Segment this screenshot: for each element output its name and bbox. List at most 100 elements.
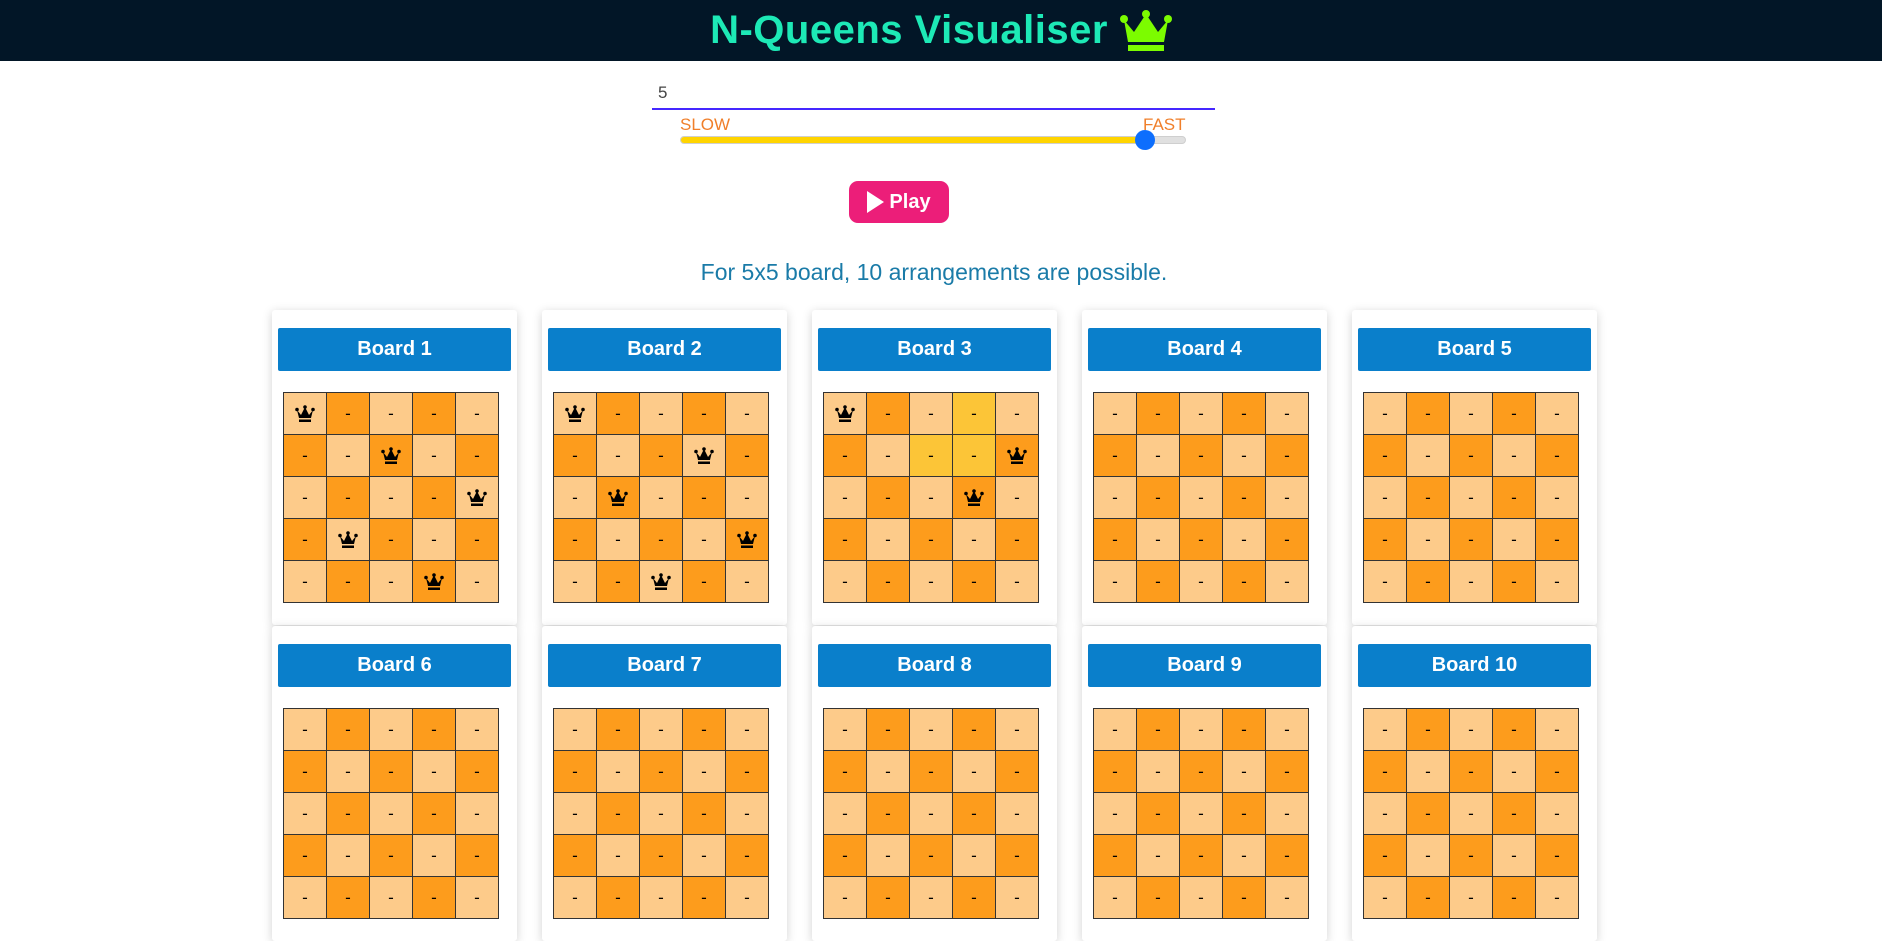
board-cell: -: [455, 434, 499, 477]
board-cell: -: [596, 560, 640, 603]
board-cell: -: [725, 708, 769, 751]
board-cell: -: [326, 560, 370, 603]
speed-slider-thumb[interactable]: [1134, 130, 1155, 150]
board-cell: -: [866, 476, 910, 519]
board-cell: -: [1363, 476, 1407, 519]
board-cell: -: [1179, 708, 1223, 751]
chess-board: ----------------------: [823, 392, 1039, 603]
board-cell: -: [283, 876, 327, 919]
board-cell: -: [682, 708, 726, 751]
board-cell: -: [1449, 834, 1493, 877]
board-cell: -: [682, 750, 726, 793]
board-cell: -: [1222, 876, 1266, 919]
board-cell: -: [1265, 876, 1309, 919]
board-cell: -: [823, 792, 867, 835]
board-cell: -: [455, 834, 499, 877]
queen-cell: [553, 392, 597, 435]
board-cell: -: [553, 834, 597, 877]
board-cell: -: [1179, 434, 1223, 477]
board-cell: -: [866, 834, 910, 877]
board-cell: -: [1093, 560, 1137, 603]
board-cell: -: [1406, 708, 1450, 751]
board-cell: -: [1136, 434, 1180, 477]
board-cell: -: [952, 708, 996, 751]
board-cell: -: [1492, 560, 1536, 603]
queen-icon: [608, 489, 628, 507]
board-cell: -: [1179, 834, 1223, 877]
board-cell: -: [866, 792, 910, 835]
board-cell: -: [1179, 876, 1223, 919]
board-card: Board 6-------------------------: [272, 626, 517, 941]
queen-icon: [424, 573, 444, 591]
board-cell: -: [1363, 518, 1407, 561]
play-button[interactable]: Play: [849, 181, 949, 223]
board-cell: -: [1406, 392, 1450, 435]
board-cell: -: [823, 750, 867, 793]
board-cell: -: [952, 434, 996, 477]
chess-board: -------------------------: [1363, 708, 1579, 919]
board-cell: -: [283, 792, 327, 835]
board-cell: -: [1222, 792, 1266, 835]
board-cell: -: [995, 750, 1039, 793]
board-cell: -: [1265, 834, 1309, 877]
board-cell: -: [1535, 476, 1579, 519]
board-cell: -: [1093, 708, 1137, 751]
board-title: Board 10: [1358, 644, 1591, 687]
board-card: Board 2--------------------: [542, 310, 787, 625]
queen-cell: [682, 434, 726, 477]
queen-icon: [651, 573, 671, 591]
board-cell: -: [1535, 834, 1579, 877]
queen-icon: [694, 447, 714, 465]
board-cell: -: [1093, 476, 1137, 519]
queen-cell: [283, 392, 327, 435]
board-cell: -: [1406, 476, 1450, 519]
board-cell: -: [952, 392, 996, 435]
queen-cell: [639, 560, 683, 603]
board-cell: -: [369, 708, 413, 751]
board-cell: -: [553, 518, 597, 561]
board-cell: -: [1265, 750, 1309, 793]
board-cell: -: [369, 876, 413, 919]
board-cell: -: [1363, 792, 1407, 835]
board-cell: -: [1136, 834, 1180, 877]
board-cell: -: [283, 434, 327, 477]
board-cell: -: [283, 708, 327, 751]
board-cell: -: [455, 750, 499, 793]
board-cell: -: [1265, 476, 1309, 519]
queen-cell: [455, 476, 499, 519]
board-cell: -: [1492, 876, 1536, 919]
board-cell: -: [1535, 708, 1579, 751]
board-cell: -: [725, 560, 769, 603]
board-cell: -: [1363, 834, 1407, 877]
board-cell: -: [823, 476, 867, 519]
board-cell: -: [823, 708, 867, 751]
board-cell: -: [909, 750, 953, 793]
board-cell: -: [369, 560, 413, 603]
board-cell: -: [909, 792, 953, 835]
board-cell: -: [1265, 792, 1309, 835]
queen-cell: [369, 434, 413, 477]
board-cell: -: [1265, 392, 1309, 435]
board-cell: -: [553, 792, 597, 835]
board-cell: -: [1492, 392, 1536, 435]
board-title: Board 5: [1358, 328, 1591, 371]
board-cell: -: [1492, 518, 1536, 561]
board-cell: -: [412, 434, 456, 477]
board-card: Board 10 - - - - - - - - - - - - - - - - - - - - - - - - -: [1352, 626, 1597, 941]
board-cell: -: [1449, 876, 1493, 919]
board-cell: -: [639, 434, 683, 477]
board-size-input[interactable]: [652, 78, 1215, 110]
board-cell: -: [283, 834, 327, 877]
board-cell: -: [1179, 392, 1223, 435]
board-cell: -: [1093, 518, 1137, 561]
board-cell: -: [455, 518, 499, 561]
board-cell: -: [1449, 476, 1493, 519]
board-cell: -: [866, 518, 910, 561]
board-cell: -: [866, 708, 910, 751]
board-cell: -: [369, 392, 413, 435]
board-cell: -: [639, 834, 683, 877]
speed-slider[interactable]: [680, 130, 1186, 150]
board-cell: -: [1093, 792, 1137, 835]
board-cell: -: [1093, 834, 1137, 877]
board-card: Board 1--------------------: [272, 310, 517, 625]
